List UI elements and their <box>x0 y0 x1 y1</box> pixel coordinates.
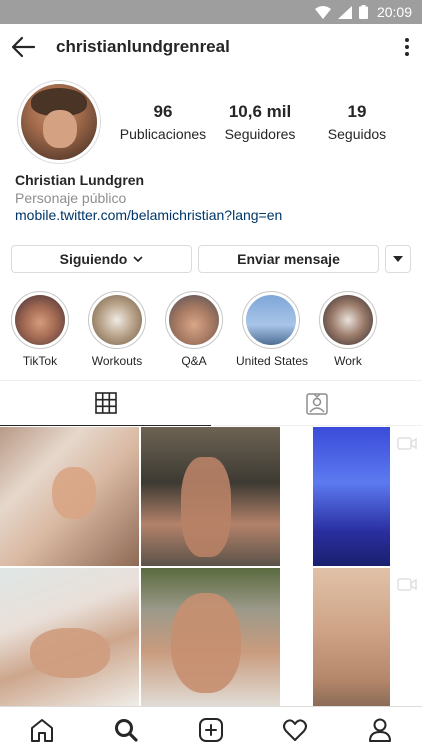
triangle-down-icon <box>393 256 403 262</box>
video-frame <box>313 568 390 707</box>
highlight-united-states[interactable]: United States <box>236 291 309 368</box>
status-bar: 20:09 <box>0 0 422 24</box>
stat-following[interactable]: 19 Seguidos <box>309 102 405 142</box>
post-figure <box>30 628 110 678</box>
story-highlights: TikTok Workouts Q&A United States Work <box>0 291 422 371</box>
post-figure <box>52 467 96 519</box>
highlight-ring <box>11 291 69 349</box>
highlight-cover <box>169 295 219 345</box>
send-message-button[interactable]: Enviar mensaje <box>198 245 379 273</box>
highlight-qa[interactable]: Q&A <box>159 291 229 368</box>
add-post-icon[interactable] <box>198 717 224 743</box>
tab-grid[interactable] <box>0 381 211 426</box>
highlight-ring <box>88 291 146 349</box>
profile-link[interactable]: mobile.twitter.com/belamichristian?lang=… <box>15 207 282 223</box>
highlight-tiktok[interactable]: TikTok <box>5 291 75 368</box>
battery-icon <box>358 5 368 19</box>
stat-value: 10,6 mil <box>228 102 292 121</box>
send-message-label: Enviar mensaje <box>237 251 340 267</box>
signal-icon <box>337 5 352 19</box>
highlight-ring <box>165 291 223 349</box>
post-thumbnail[interactable] <box>141 427 280 566</box>
highlight-cover <box>15 295 65 345</box>
profile-avatar[interactable] <box>17 80 101 164</box>
profile-icon[interactable] <box>367 717 393 743</box>
post-thumbnail[interactable] <box>141 568 280 707</box>
tab-tagged[interactable] <box>211 381 422 426</box>
more-options-icon[interactable] <box>404 37 410 57</box>
stat-posts[interactable]: 96 Publicaciones <box>115 102 211 142</box>
highlight-ring <box>319 291 377 349</box>
post-thumbnail-video[interactable] <box>282 427 421 566</box>
stat-label: Seguidos <box>327 126 387 142</box>
highlight-cover <box>246 295 296 345</box>
post-thumbnail[interactable] <box>0 568 139 707</box>
highlight-label: United States <box>236 354 309 368</box>
stat-label: Seguidores <box>224 126 296 142</box>
highlight-workouts[interactable]: Workouts <box>82 291 152 368</box>
header-username: christianlundgrenreal <box>56 37 230 56</box>
post-figure <box>181 457 231 557</box>
post-thumbnail-video[interactable] <box>282 568 421 707</box>
back-arrow-icon[interactable] <box>10 35 36 59</box>
stat-label: Publicaciones <box>119 126 207 142</box>
avatar-image <box>21 84 97 160</box>
profile-stats: 96 Publicaciones 10,6 mil Seguidores 19 … <box>115 102 405 142</box>
highlight-ring <box>242 291 300 349</box>
highlight-cover <box>92 295 142 345</box>
post-thumbnail[interactable] <box>0 427 139 566</box>
home-icon[interactable] <box>29 717 55 743</box>
tagged-icon <box>305 392 328 415</box>
highlight-work[interactable]: Work <box>313 291 383 368</box>
stat-value: 96 <box>153 102 173 121</box>
video-icon <box>397 578 417 591</box>
heart-icon[interactable] <box>282 717 308 743</box>
following-button[interactable]: Siguiendo <box>11 245 192 273</box>
video-frame <box>313 427 390 566</box>
video-icon <box>397 437 417 450</box>
profile-name: Christian Lundgren <box>15 172 145 188</box>
post-figure <box>171 593 241 693</box>
clock: 20:09 <box>376 4 412 20</box>
wifi-icon <box>314 5 331 19</box>
stat-followers[interactable]: 10,6 mil Seguidores <box>212 102 308 142</box>
chevron-down-icon <box>133 255 143 262</box>
grid-icon <box>94 392 117 414</box>
search-icon[interactable] <box>113 717 139 743</box>
post-grid <box>0 427 422 707</box>
highlight-label: Work <box>334 354 362 368</box>
highlight-label: Workouts <box>91 354 143 368</box>
suggested-accounts-button[interactable] <box>385 245 411 273</box>
profile-header: christianlundgrenreal <box>0 24 422 70</box>
stat-value: 19 <box>347 102 367 121</box>
profile-category: Personaje público <box>15 190 127 206</box>
following-label: Siguiendo <box>59 251 128 267</box>
highlight-cover <box>323 295 373 345</box>
highlight-label: Q&A <box>181 354 207 368</box>
highlight-label: TikTok <box>22 354 58 368</box>
bottom-navigation <box>0 706 422 750</box>
profile-tabs <box>0 380 422 426</box>
